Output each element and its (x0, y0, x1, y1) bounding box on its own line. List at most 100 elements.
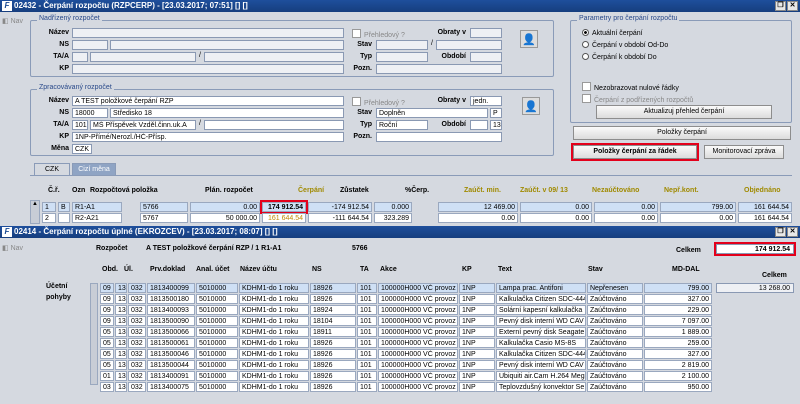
grid-cell[interactable]: 12 469.00 (438, 202, 518, 212)
detail-cell[interactable]: 032 (128, 338, 146, 348)
window-title-bar[interactable]: F 02432 - Čerpání rozpočtu (RZPCERP) - [… (0, 0, 800, 12)
aktualizuj-button[interactable]: Aktualizuj přehled čerpání (596, 105, 772, 119)
detail-cell[interactable]: KDHM1-do 1 roku (239, 382, 309, 392)
detail-cell[interactable]: 13 (115, 371, 127, 381)
monitorovaci-zprava-button[interactable]: Monitorovací zpráva (704, 145, 784, 159)
detail-cell[interactable]: 1813500090 (147, 316, 195, 326)
stav-field[interactable] (376, 40, 428, 50)
detail-cell[interactable]: 032 (128, 360, 146, 370)
detail-cell[interactable]: 229.00 (644, 305, 712, 315)
obraty-field[interactable] (470, 28, 502, 38)
detail-cell[interactable]: 1813500044 (147, 360, 195, 370)
mena-field[interactable]: CZK (72, 144, 92, 154)
zprac-obraty-field[interactable]: jedn. (470, 96, 502, 106)
detail-cell[interactable]: Zaúčtováno (587, 294, 643, 304)
tab-czk[interactable]: CZK (34, 163, 70, 175)
detail-cell[interactable]: KDHM1-do 1 roku (239, 327, 309, 337)
detail-cell[interactable]: KDHM1-do 1 roku (239, 283, 309, 293)
detail-cell[interactable]: 101 (357, 327, 377, 337)
typ-field[interactable] (376, 52, 428, 62)
detail-cell[interactable]: KDHM1-do 1 roku (239, 316, 309, 326)
detail-cell[interactable]: Zaúčtováno (587, 316, 643, 326)
detail-cell[interactable]: 101 (357, 371, 377, 381)
radio-aktualni[interactable]: Aktuální čerpání (582, 29, 643, 37)
detail-cell[interactable]: 101 (357, 294, 377, 304)
detail-cell[interactable]: Zaúčtováno (587, 327, 643, 337)
zprac-kp-field[interactable]: 1NP-Přímé/Nerozl./HČ-Přísp. (72, 132, 344, 142)
detail-cell[interactable]: 2 100.00 (644, 371, 712, 381)
detail-cell[interactable]: Ubiquiti air.Cam H.264 Mega (496, 371, 586, 381)
grid-cell[interactable]: 0.00 (594, 213, 658, 223)
grid-cell[interactable]: 5766 (140, 202, 188, 212)
detail-cell[interactable]: 05 (100, 338, 114, 348)
detail-cell[interactable]: 05 (100, 327, 114, 337)
detail-cell[interactable]: Lampa prac. Antifoni (496, 283, 586, 293)
detail-cell[interactable]: KDHM1-do 1 roku (239, 371, 309, 381)
detail-cell[interactable]: Externí pevný disk Seagate (496, 327, 586, 337)
grid-cell[interactable]: 799.00 (660, 202, 736, 212)
grid-cell[interactable]: R2-A21 (72, 213, 122, 223)
detail-cell[interactable]: 101 (357, 349, 377, 359)
detail-cell[interactable]: 5010000 (196, 371, 238, 381)
polozky-za-radek-button[interactable]: Položky čerpání za řádek (571, 143, 699, 161)
detail-cell[interactable]: 13 (115, 283, 127, 293)
detail-cell[interactable]: 7 097.00 (644, 316, 712, 326)
detail-cell[interactable]: KDHM1-do 1 roku (239, 360, 309, 370)
zprac-stav-field[interactable]: Doplněn (376, 108, 488, 118)
detail-cell[interactable]: 5010000 (196, 360, 238, 370)
detail-cell[interactable]: 13 (115, 349, 127, 359)
detail-cell[interactable]: 5010000 (196, 316, 238, 326)
restore-button[interactable]: ❐ (775, 1, 786, 11)
detail-cell[interactable]: 18926 (310, 294, 356, 304)
ns-name-field[interactable] (110, 40, 344, 50)
close-button[interactable]: ✕ (787, 1, 798, 11)
grid-cell[interactable]: 50 000.00 (190, 213, 260, 223)
stav-field-2[interactable] (436, 40, 502, 50)
detail-cell[interactable]: 1813400093 (147, 305, 195, 315)
nazev-field[interactable] (72, 28, 344, 38)
kp-field[interactable] (72, 64, 344, 74)
prehledovy-checkbox[interactable]: Přehledový ? (352, 29, 405, 39)
detail-cell[interactable]: 13 (115, 316, 127, 326)
grid-cell[interactable]: -174 912.54 (308, 202, 372, 212)
polozky-cerpani-button[interactable]: Položky čerpání (573, 126, 791, 140)
detail-cell[interactable]: 05 (100, 360, 114, 370)
celkem2-field[interactable]: 13 268.00 (716, 283, 794, 293)
detail-cell[interactable]: Zaúčtováno (587, 305, 643, 315)
detail-cell[interactable]: KDHM1-do 1 roku (239, 349, 309, 359)
grid-cell[interactable]: 0.00 (520, 213, 592, 223)
detail-cell[interactable]: 2 819.00 (644, 360, 712, 370)
detail-cell[interactable]: 18924 (310, 305, 356, 315)
detail-cell[interactable]: 032 (128, 316, 146, 326)
detail-cell[interactable]: 032 (128, 294, 146, 304)
detail-cell[interactable]: 13 (115, 327, 127, 337)
grid-cell[interactable]: 0.00 (660, 213, 736, 223)
zprac-obdobi-num-field[interactable]: 13 (490, 120, 502, 130)
detail-cell[interactable]: Zaúčtováno (587, 338, 643, 348)
detail-cell[interactable]: 799.00 (644, 283, 712, 293)
nav2-toggle[interactable]: ◧ Nav (2, 244, 23, 252)
detail-cell[interactable]: 101 (357, 382, 377, 392)
grid-cell[interactable]: 2 (42, 213, 56, 223)
grid-cell[interactable]: 174 912.54 (260, 200, 308, 214)
grid-cell[interactable] (58, 213, 70, 223)
celkem-field[interactable]: 174 912.54 (714, 242, 796, 256)
detail-cell[interactable]: 18926 (310, 338, 356, 348)
detail-cell[interactable]: Kalkulačka Citizen SDC-444 (496, 349, 586, 359)
detail-cell[interactable]: 032 (128, 382, 146, 392)
grid-cell[interactable]: -111 644.54 (308, 213, 372, 223)
detail-cell[interactable]: Zaúčtováno (587, 371, 643, 381)
ns-field[interactable] (72, 40, 108, 50)
detail-cell[interactable]: 1NP (459, 316, 495, 326)
detail-cell[interactable]: Solární kapesní kalkulačka (496, 305, 586, 315)
detail-cell[interactable]: 13 (115, 294, 127, 304)
grid-cell[interactable]: 161 644.54 (738, 202, 792, 212)
detail-cell[interactable]: 1813500061 (147, 338, 195, 348)
person-icon[interactable]: 👤 (520, 30, 538, 48)
detail-cell[interactable]: 01 (100, 371, 114, 381)
close-button[interactable]: ✕ (787, 227, 798, 237)
zprac-ns-field[interactable]: 18000 (72, 108, 108, 118)
detail-cell[interactable]: 1 889.00 (644, 327, 712, 337)
detail-cell[interactable]: 09 (100, 316, 114, 326)
detail-cell[interactable]: 1NP (459, 371, 495, 381)
